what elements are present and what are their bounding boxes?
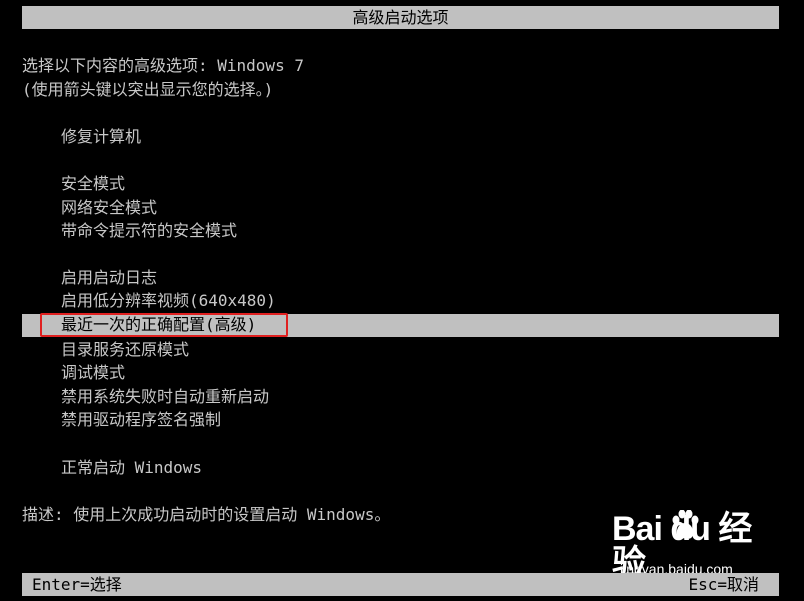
menu-item-disable-driver-sig[interactable]: 禁用驱动程序签名强制 bbox=[61, 412, 221, 428]
menu-item-boot-logging[interactable]: 启用启动日志 bbox=[61, 270, 157, 286]
menu-item-debugging[interactable]: 调试模式 bbox=[61, 365, 125, 381]
paw-icon bbox=[672, 510, 699, 539]
footer-esc-hint: Esc=取消 bbox=[688, 575, 759, 594]
footer-enter-hint: Enter=选择 bbox=[32, 575, 122, 594]
baidu-watermark: Bai du 经验 jingyan.baidu.com bbox=[612, 510, 782, 582]
menu-item-start-normally[interactable]: 正常启动 Windows bbox=[61, 460, 202, 476]
menu-item-ds-restore[interactable]: 目录服务还原模式 bbox=[61, 342, 189, 358]
footer-bar: Enter=选择 Esc=取消 bbox=[22, 573, 779, 596]
description-text: 描述: 使用上次成功启动时的设置启动 Windows。 bbox=[22, 505, 391, 524]
menu-item-safe-mode[interactable]: 安全模式 bbox=[61, 176, 125, 192]
annotation-red-box bbox=[40, 313, 288, 337]
prompt-line-1: 选择以下内容的高级选项: Windows 7 bbox=[22, 56, 304, 75]
boot-options-screen: 高级启动选项 选择以下内容的高级选项: Windows 7 (使用箭头键以突出显… bbox=[0, 0, 804, 601]
prompt-line-2: (使用箭头键以突出显示您的选择。) bbox=[22, 80, 274, 99]
menu-item-low-res-video[interactable]: 启用低分辨率视频(640x480) bbox=[61, 293, 276, 309]
menu-item-safe-mode-network[interactable]: 网络安全模式 bbox=[61, 200, 157, 216]
header-title: 高级启动选项 bbox=[352, 8, 449, 27]
header-bar: 高级启动选项 bbox=[22, 6, 779, 29]
menu-item-safe-mode-cmd[interactable]: 带命令提示符的安全模式 bbox=[61, 223, 237, 239]
menu-item-disable-auto-restart[interactable]: 禁用系统失败时自动重新启动 bbox=[61, 389, 269, 405]
menu-item-repair[interactable]: 修复计算机 bbox=[61, 129, 141, 145]
